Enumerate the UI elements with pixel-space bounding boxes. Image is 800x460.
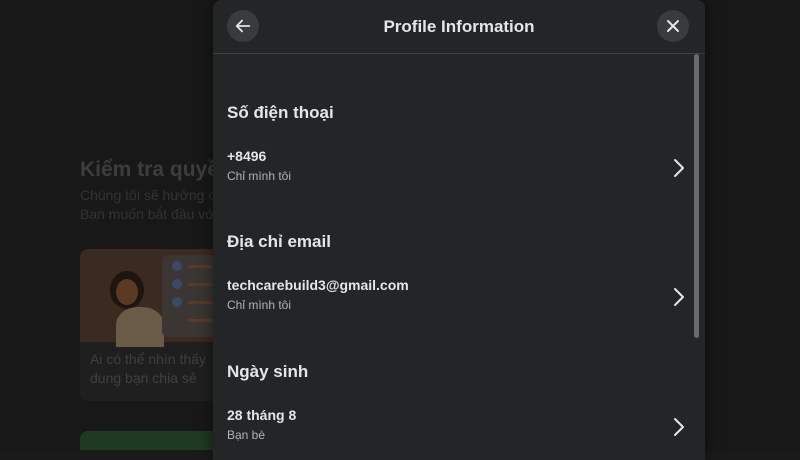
audience-label: Chỉ mình tôi xyxy=(227,298,292,312)
background-heading: Kiểm tra quyề xyxy=(80,158,219,181)
dialog-header: Profile Information xyxy=(213,0,705,54)
phone-value: +8496 xyxy=(227,148,267,164)
phone-row[interactable]: +8496 Chỉ mình tôi xyxy=(213,148,693,192)
scrollbar[interactable] xyxy=(691,54,701,460)
arrow-left-icon xyxy=(234,17,252,35)
section-title-phone: Số điện thoại xyxy=(227,103,334,122)
background-description-line: Chúng tôi sẽ hướng c xyxy=(80,187,216,203)
privacy-illustration xyxy=(80,249,230,347)
background-description-line: Bạn muốn bắt đầu vớ xyxy=(80,206,215,222)
chevron-right-icon xyxy=(672,286,686,308)
birthday-row[interactable]: 28 tháng 8 Bạn bè xyxy=(213,407,693,451)
background-card-text: Ai có thể nhìn thấy dung bạn chia sẻ xyxy=(90,351,206,386)
section-title-birthday: Ngày sinh xyxy=(227,362,309,381)
dialog-body: Số điện thoại +8496 Chỉ mình tôi Địa chỉ… xyxy=(213,54,705,460)
dialog-title: Profile Information xyxy=(383,17,535,36)
audience-label: Chỉ mình tôi xyxy=(227,169,292,183)
audience-label: Bạn bè xyxy=(227,428,266,442)
background-privacy-card: Ai có thể nhìn thấy dung bạn chia sẻ xyxy=(80,249,230,401)
profile-information-dialog: Profile Information Số điện thoại +8496 … xyxy=(213,0,705,460)
chevron-right-icon xyxy=(672,157,686,179)
email-row[interactable]: techcarebuild3@gmail.com Chỉ mình tôi xyxy=(213,277,693,321)
scrollbar-thumb[interactable] xyxy=(694,54,699,338)
back-button[interactable] xyxy=(227,10,259,42)
close-button[interactable] xyxy=(657,10,689,42)
birthday-value: 28 tháng 8 xyxy=(227,407,297,423)
email-value: techcarebuild3@gmail.com xyxy=(227,277,409,293)
section-title-email: Địa chỉ email xyxy=(227,232,331,251)
close-icon xyxy=(665,18,681,34)
background-card xyxy=(80,431,230,450)
chevron-right-icon xyxy=(672,416,686,438)
